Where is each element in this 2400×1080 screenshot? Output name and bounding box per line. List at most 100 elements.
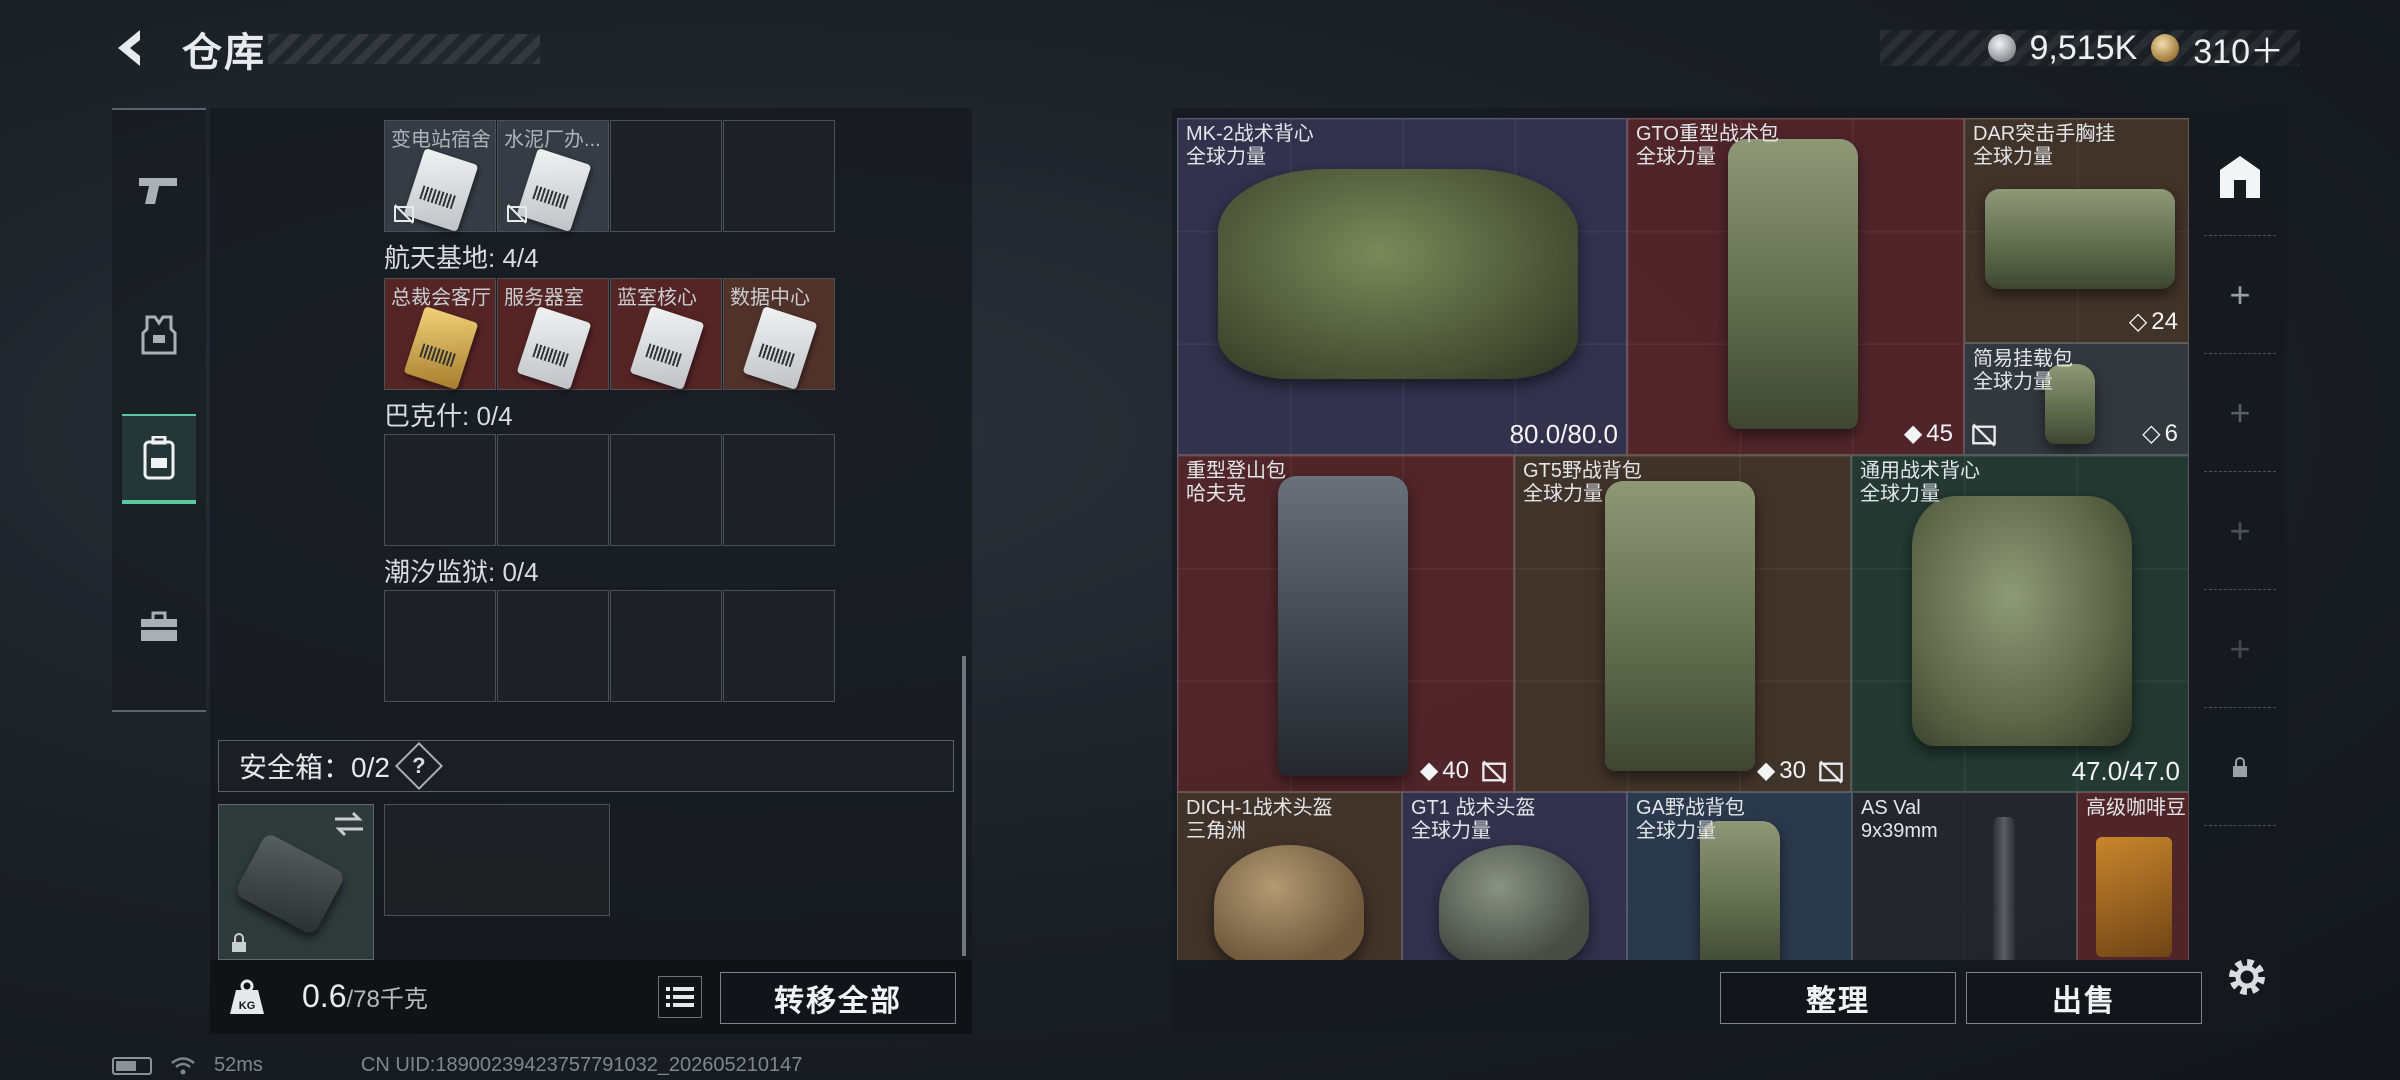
- helmet-image: [1214, 845, 1364, 960]
- item-climbing-pack[interactable]: 重型登山包 哈夫克 ◆ 40: [1177, 455, 1514, 792]
- plus-icon: +: [2229, 273, 2251, 315]
- backpack-small-icon: ◆: [1903, 420, 1923, 447]
- list-icon: [666, 987, 694, 1007]
- item-dich1-helmet[interactable]: DICH-1战术头盔 三角洲: [1177, 792, 1402, 960]
- silver-coin-icon: [1987, 34, 2016, 62]
- item-ga-pack[interactable]: GA野战背包 全球力量: [1627, 792, 1852, 960]
- item-coffee-beans[interactable]: 高级咖啡豆: [2077, 792, 2189, 960]
- no-insure-icon: [394, 204, 414, 224]
- capacity-label: ◆ 30: [1756, 756, 1806, 785]
- vest-image: [1912, 496, 2132, 746]
- backpack-image: [1728, 139, 1858, 429]
- group-label: 航天基地: 4/4: [384, 243, 539, 273]
- item-dar-chest[interactable]: DAR突击手胸挂 全球力量 ◇ 24: [1964, 118, 2189, 343]
- swap-icon[interactable]: [333, 811, 365, 837]
- ammo-image: [1993, 817, 2015, 960]
- weight-bar: KG 0.6/78千克 转移全部: [210, 960, 972, 1034]
- vest-image: [1218, 169, 1578, 379]
- sell-button[interactable]: 出售: [1966, 972, 2202, 1024]
- empty-slot[interactable]: [497, 590, 609, 702]
- gear-icon[interactable]: [2224, 954, 2270, 1000]
- add-storage-button[interactable]: +: [2204, 354, 2276, 472]
- back-arrow-icon: [118, 30, 140, 66]
- keycard-slot[interactable]: 变电站宿舍: [384, 120, 496, 232]
- empty-slot[interactable]: [497, 434, 609, 546]
- scrollbar[interactable]: [962, 656, 966, 956]
- keycard-slot[interactable]: 服务器室: [497, 278, 609, 390]
- empty-slot[interactable]: [610, 120, 722, 232]
- transfer-all-button[interactable]: 转移全部: [720, 972, 956, 1024]
- empty-slot[interactable]: [723, 120, 835, 232]
- locked-storage[interactable]: [2204, 708, 2276, 826]
- vest-small-icon: ◇: [2128, 308, 2148, 335]
- item-gt5-pack[interactable]: GT5野战背包 全球力量 ◆ 30: [1514, 455, 1851, 792]
- item-general-vest[interactable]: 通用战术背心 全球力量 47.0/47.0: [1851, 455, 2189, 792]
- backpack-small-icon: ◆: [1419, 757, 1439, 784]
- add-storage-button[interactable]: +: [2204, 236, 2276, 354]
- add-storage-button[interactable]: +: [2204, 590, 2276, 708]
- silver-amount: 9,515K: [2029, 28, 2138, 67]
- safebox-slot[interactable]: [218, 804, 374, 960]
- tab-weapons[interactable]: [122, 146, 196, 236]
- uid-label: CN UID:18900239423757791032_202605210147: [360, 1054, 803, 1076]
- empty-slot[interactable]: [723, 590, 835, 702]
- group-label: 巴克什: 0/4: [384, 401, 513, 431]
- page-title: 仓库: [182, 31, 266, 75]
- item-simple-bag[interactable]: 简易挂载包 全球力量 ◇ 6: [1964, 343, 2189, 455]
- no-insure-icon: [1972, 423, 1996, 447]
- durability-label: 47.0/47.0: [2071, 756, 2180, 786]
- keycard-slot[interactable]: 总裁会客厅: [384, 278, 496, 390]
- item-gto-pack[interactable]: GTO重型战术包 全球力量 ◆ 45: [1627, 118, 1964, 455]
- toolbox-icon: [141, 611, 177, 641]
- list-view-button[interactable]: [658, 976, 702, 1018]
- empty-slot[interactable]: [610, 590, 722, 702]
- weight-readout: 0.6/78千克: [302, 978, 428, 1014]
- item-as-val-ammo[interactable]: AS Val 9x39mm: [1852, 792, 2077, 960]
- safe-icon: [233, 831, 347, 937]
- keycard-slot[interactable]: 水泥厂办...: [497, 120, 609, 232]
- warehouse-grid: MK-2战术背心 全球力量 80.0/80.0 GTO重型战术包 全球力量 ◆ 45 …: [1177, 118, 2189, 960]
- gold-coin-icon: [2151, 34, 2180, 62]
- pistol-icon: [139, 178, 177, 204]
- no-insure-icon: [1482, 760, 1506, 784]
- safebox-empty-slot[interactable]: [384, 804, 610, 916]
- svg-text:KG: KG: [239, 1000, 256, 1012]
- keycard-slot[interactable]: 数据中心: [723, 278, 835, 390]
- lock-icon: [232, 933, 246, 952]
- plus-icon: +: [2229, 391, 2251, 433]
- ping-label: 52ms: [214, 1054, 263, 1076]
- capacity-label: ◆ 40: [1419, 756, 1469, 785]
- capacity-label: ◇ 6: [2142, 419, 2178, 448]
- empty-slot[interactable]: [384, 590, 496, 702]
- backpack-icon: [143, 436, 175, 480]
- capacity-label: ◇ 24: [2128, 307, 2178, 336]
- gold-amount[interactable]: 310＋: [2193, 24, 2284, 73]
- empty-slot[interactable]: [384, 434, 496, 546]
- durability-label: 80.0/80.0: [1509, 419, 1618, 449]
- help-button[interactable]: ?: [394, 741, 443, 791]
- category-rail: [112, 108, 206, 712]
- tab-main-storage[interactable]: [2204, 118, 2276, 236]
- empty-slot[interactable]: [610, 434, 722, 546]
- tab-armor[interactable]: [122, 290, 196, 380]
- safebox-label: 安全箱：0/2: [239, 752, 390, 783]
- tab-toolbox[interactable]: [122, 582, 196, 672]
- weight-kg-icon: KG: [230, 979, 264, 1014]
- wifi-icon: [171, 1056, 195, 1074]
- plus-icon: +: [2229, 509, 2251, 551]
- backpack-image: [1278, 476, 1408, 776]
- keycard-icon: [516, 306, 592, 390]
- armor-icon: [141, 315, 177, 355]
- item-gt1-helmet[interactable]: GT1 战术头盔 全球力量: [1402, 792, 1627, 960]
- group-label: 潮汐监狱: 0/4: [384, 557, 539, 587]
- add-storage-button[interactable]: +: [2204, 472, 2276, 590]
- empty-slot[interactable]: [723, 434, 835, 546]
- back-button[interactable]: [110, 26, 154, 70]
- coffee-bag-image: [2096, 837, 2172, 957]
- keycard-slot[interactable]: 蓝室核心: [610, 278, 722, 390]
- house-icon: [2220, 155, 2260, 198]
- item-mk2-vest[interactable]: MK-2战术背心 全球力量 80.0/80.0: [1177, 118, 1627, 455]
- tab-backpack[interactable]: [122, 414, 196, 504]
- no-insure-icon: [1819, 760, 1843, 784]
- organize-button[interactable]: 整理: [1720, 972, 1956, 1024]
